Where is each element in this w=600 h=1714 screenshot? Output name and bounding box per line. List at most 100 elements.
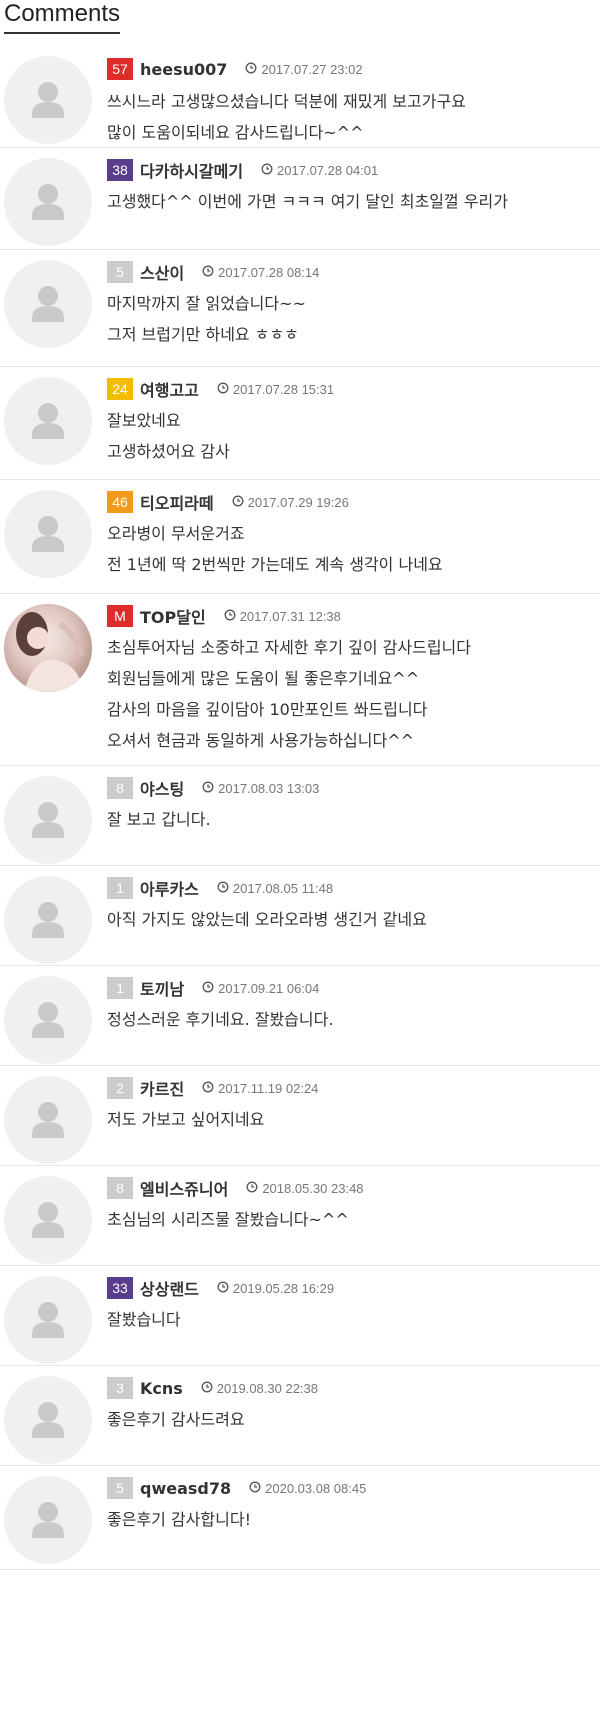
comment-timestamp: 2017.07.28 04:01 bbox=[277, 162, 379, 178]
comment-item: 1 아루카스 2017.08.05 11:48 아직 가지도 않았는데 오라오라병 생… bbox=[0, 866, 600, 966]
default-avatar-person-icon[interactable] bbox=[4, 158, 92, 246]
comments-header: Comments bbox=[0, 0, 600, 38]
author-name[interactable]: 엘비스쥬니어 bbox=[140, 1176, 228, 1200]
author-name[interactable]: qweasd78 bbox=[140, 1479, 231, 1498]
comment-item: 8 야스팅 2017.08.03 13:03 잘 보고 갑니다. bbox=[0, 766, 600, 866]
comment-meta: 24 여행고고 2017.07.28 15:31 bbox=[107, 378, 334, 400]
clock-icon bbox=[217, 881, 229, 896]
default-avatar-person-icon[interactable] bbox=[4, 1276, 92, 1364]
level-badge: 8 bbox=[107, 777, 133, 799]
level-badge: 5 bbox=[107, 1477, 133, 1499]
comment-body: 저도 가보고 싶어지네요 bbox=[107, 1104, 587, 1135]
author-name[interactable]: 야스팅 bbox=[140, 776, 184, 800]
comment-item: 46 티오피라떼 2017.07.29 19:26 오라병이 무서운거죠 전 1년에 딱… bbox=[0, 480, 600, 594]
comment-item: M TOP달인 2017.07.31 12:38 초심투어자님 소중하고 자세한 후기… bbox=[0, 594, 600, 766]
comment-body: 잘봤습니다 bbox=[107, 1304, 587, 1335]
level-badge: 8 bbox=[107, 1177, 133, 1199]
comment-time: 2020.03.08 08:45 bbox=[249, 1481, 366, 1496]
comment-timestamp: 2017.11.19 02:24 bbox=[218, 1080, 319, 1096]
comment-meta: 5 스산이 2017.07.28 08:14 bbox=[107, 261, 319, 283]
clock-icon bbox=[217, 382, 229, 397]
default-avatar-person-icon[interactable] bbox=[4, 776, 92, 864]
default-avatar-person-icon[interactable] bbox=[4, 1376, 92, 1464]
comment-meta: 33 상상랜드 2019.05.28 16:29 bbox=[107, 1277, 334, 1299]
comment-line: 그저 브럽기만 하네요 ㅎㅎㅎ bbox=[107, 325, 299, 344]
comment-line: 저도 가보고 싶어지네요 bbox=[107, 1110, 265, 1129]
comment-line: 많이 도움이되네요 감사드립니다~^^ bbox=[107, 123, 364, 142]
comment-body: 좋은후기 감사드려요 bbox=[107, 1404, 587, 1435]
author-name[interactable]: 다카하시갈메기 bbox=[140, 158, 243, 182]
comment-meta: 1 토끼남 2017.09.21 06:04 bbox=[107, 977, 319, 999]
clock-icon bbox=[245, 62, 257, 77]
comment-time: 2017.07.28 15:31 bbox=[217, 382, 334, 397]
comment-meta: 57 heesu007 2017.07.27 23:02 bbox=[107, 58, 363, 80]
comment-meta: 8 엘비스쥬니어 2018.05.30 23:48 bbox=[107, 1177, 364, 1199]
author-name[interactable]: TOP달인 bbox=[140, 604, 206, 628]
comment-body: 쓰시느라 고생많으셨습니다 덕분에 재밌게 보고가구요 많이 도움이되네요 감사드… bbox=[107, 86, 587, 148]
author-name[interactable]: 상상랜드 bbox=[140, 1276, 199, 1300]
clock-icon bbox=[261, 163, 273, 178]
profile-photo-avatar[interactable] bbox=[4, 604, 92, 692]
comment-body: 잘 보고 갑니다. bbox=[107, 804, 587, 835]
default-avatar-person-icon[interactable] bbox=[4, 377, 92, 465]
comment-item: 3 Kcns 2019.08.30 22:38 좋은후기 감사드려요 bbox=[0, 1366, 600, 1466]
comment-timestamp: 2019.05.28 16:29 bbox=[232, 1280, 335, 1296]
author-name[interactable]: 여행고고 bbox=[140, 377, 199, 401]
comment-line: 고생하셨어요 감사 bbox=[107, 442, 230, 461]
comment-time: 2017.07.28 08:14 bbox=[202, 265, 319, 280]
author-name[interactable]: heesu007 bbox=[140, 60, 227, 79]
level-badge: 33 bbox=[107, 1277, 133, 1299]
level-badge: 5 bbox=[107, 261, 133, 283]
comment-body: 고생했다^^ 이번에 가면 ㅋㅋㅋ 여기 달인 최초일껄 우리가 bbox=[107, 186, 587, 217]
default-avatar-person-icon[interactable] bbox=[4, 1076, 92, 1164]
default-avatar-person-icon[interactable] bbox=[4, 876, 92, 964]
comment-timestamp: 2017.07.28 15:31 bbox=[232, 381, 335, 397]
comment-timestamp: 2020.03.08 08:45 bbox=[265, 1480, 367, 1496]
level-badge: 24 bbox=[107, 378, 133, 400]
comment-line: 마지막까지 잘 읽었습니다~~ bbox=[107, 294, 306, 313]
clock-icon bbox=[202, 981, 214, 996]
default-avatar-person-icon[interactable] bbox=[4, 490, 92, 578]
comment-time: 2017.07.31 12:38 bbox=[224, 609, 341, 624]
comment-line: 잘보았네요 bbox=[107, 411, 181, 430]
comment-item: 8 엘비스쥬니어 2018.05.30 23:48 초심님의 시리즈물 잘봤습니다~^… bbox=[0, 1166, 600, 1266]
comment-time: 2017.09.21 06:04 bbox=[202, 981, 319, 996]
author-name[interactable]: Kcns bbox=[140, 1379, 183, 1398]
comment-line: 초심투어자님 소중하고 자세한 후기 깊이 감사드립니다 bbox=[107, 638, 471, 657]
default-avatar-person-icon[interactable] bbox=[4, 56, 92, 144]
comment-time: 2017.07.29 19:26 bbox=[232, 495, 349, 510]
comment-meta: 1 아루카스 2017.08.05 11:48 bbox=[107, 877, 333, 899]
author-name[interactable]: 카르진 bbox=[140, 1076, 184, 1100]
author-name[interactable]: 스산이 bbox=[140, 260, 184, 284]
author-name[interactable]: 아루카스 bbox=[140, 876, 199, 900]
comment-timestamp: 2017.07.27 23:02 bbox=[261, 61, 363, 77]
default-avatar-person-icon[interactable] bbox=[4, 1176, 92, 1264]
level-badge: 2 bbox=[107, 1077, 133, 1099]
level-badge: 1 bbox=[107, 877, 133, 899]
comment-line: 아직 가지도 않았는데 오라오라병 생긴거 같네요 bbox=[107, 910, 427, 929]
comment-line: 오라병이 무서운거죠 bbox=[107, 524, 245, 543]
comment-line: 좋은후기 감사드려요 bbox=[107, 1410, 245, 1429]
comment-meta: 38 다카하시갈메기 2017.07.28 04:01 bbox=[107, 159, 378, 181]
clock-icon bbox=[246, 1181, 258, 1196]
comment-line: 고생했다^^ 이번에 가면 ㅋㅋㅋ 여기 달인 최초일껄 우리가 bbox=[107, 192, 508, 211]
author-name[interactable]: 토끼남 bbox=[140, 976, 184, 1000]
clock-icon bbox=[232, 495, 244, 510]
clock-icon bbox=[202, 265, 214, 280]
comment-item: 2 카르진 2017.11.19 02:24 저도 가보고 싶어지네요 bbox=[0, 1066, 600, 1166]
comment-meta: M TOP달인 2017.07.31 12:38 bbox=[107, 605, 341, 627]
comment-line: 감사의 마음을 깊이담아 10만포인트 쏴드립니다 bbox=[107, 700, 428, 719]
comment-time: 2018.05.30 23:48 bbox=[246, 1181, 364, 1196]
default-avatar-person-icon[interactable] bbox=[4, 976, 92, 1064]
default-avatar-person-icon[interactable] bbox=[4, 260, 92, 348]
admin-badge: M bbox=[107, 605, 133, 627]
default-avatar-person-icon[interactable] bbox=[4, 1476, 92, 1564]
author-name[interactable]: 티오피라떼 bbox=[140, 490, 214, 514]
level-badge: 3 bbox=[107, 1377, 133, 1399]
comment-item: 33 상상랜드 2019.05.28 16:29 잘봤습니다 bbox=[0, 1266, 600, 1366]
clock-icon bbox=[224, 609, 236, 624]
comment-line: 오셔서 현금과 동일하게 사용가능하십니다^^ bbox=[107, 731, 415, 750]
clock-icon bbox=[202, 1081, 214, 1096]
comments-title: Comments bbox=[4, 0, 121, 34]
comment-timestamp: 2017.07.31 12:38 bbox=[239, 608, 341, 624]
